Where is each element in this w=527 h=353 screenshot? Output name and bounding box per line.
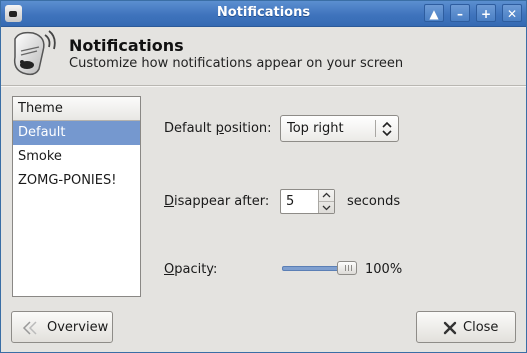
page-subtitle: Customize how notifications appear on yo… (69, 56, 404, 71)
seconds-unit-label: seconds (347, 194, 401, 209)
theme-item-zomg-ponies[interactable]: ZOMG-PONIES! (13, 169, 140, 193)
spin-buttons (318, 190, 334, 213)
theme-column-header[interactable]: Theme (13, 97, 140, 121)
overview-button-label: Overview (47, 320, 109, 335)
theme-item-default[interactable]: Default (13, 121, 140, 145)
disappear-seconds-spinner[interactable]: 5 (280, 189, 335, 214)
window-title: Notifications (216, 5, 311, 20)
position-dropdown[interactable]: Top right (280, 115, 399, 142)
overview-button[interactable]: Overview (11, 311, 113, 343)
restore-icon[interactable]: ▲ (424, 4, 444, 22)
position-dropdown-value: Top right (287, 121, 344, 136)
notification-bubble-icon (13, 30, 56, 76)
close-window-icon[interactable]: ✕ (502, 4, 522, 22)
theme-item-smoke[interactable]: Smoke (13, 145, 140, 169)
close-button-label: Close (463, 320, 499, 335)
opacity-slider-handle[interactable] (337, 261, 357, 275)
slider-grip (345, 265, 346, 271)
page-title: Notifications (69, 36, 184, 55)
theme-list[interactable]: Theme Default Smoke ZOMG-PONIES! (12, 96, 141, 297)
header-divider (1, 85, 526, 87)
title-bar[interactable]: Notifications ▲ – + ✕ (1, 1, 526, 27)
minimize-icon[interactable]: – (450, 4, 470, 22)
close-button[interactable]: Close (416, 311, 516, 343)
slider-grip (348, 265, 349, 271)
opacity-label: Opacity: (164, 262, 218, 277)
disappear-after-label: Disappear after: (164, 194, 270, 209)
slider-grip (351, 265, 352, 271)
updown-arrows-icon (382, 121, 392, 137)
dropdown-separator (375, 120, 376, 137)
disappear-seconds-value[interactable]: 5 (286, 194, 294, 209)
notifications-window: Notifications ▲ – + ✕ Notifications Cust… (0, 0, 527, 353)
default-position-label: Default position: (164, 121, 272, 136)
increment-arrow-icon[interactable] (319, 190, 334, 202)
close-x-icon (443, 321, 457, 335)
decrement-arrow-icon[interactable] (319, 202, 334, 213)
back-arrow-icon (22, 321, 37, 335)
maximize-icon[interactable]: + (476, 4, 496, 22)
opacity-value: 100% (365, 262, 403, 277)
